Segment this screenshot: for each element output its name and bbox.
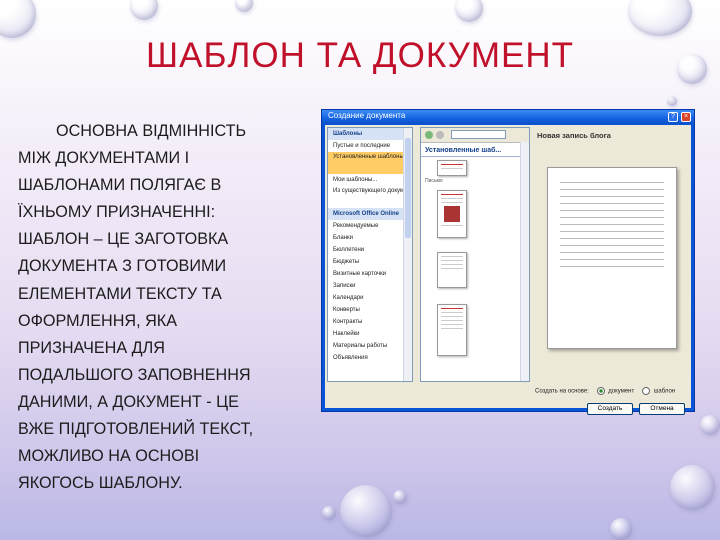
template-category-item[interactable]: Установленные шаблоны: [328, 152, 412, 174]
dialog-client-area: Шаблоны Пустые и последние Установленные ш…: [325, 125, 691, 415]
water-drop-decoration: [0, 0, 36, 38]
body-line: ШАБЛОНАМИ ПОЛЯГАЄ В: [18, 176, 222, 195]
template-preview: [547, 167, 677, 349]
body-line: ШАБЛОН – ЦЕ ЗАГОТОВКА: [18, 230, 229, 249]
water-drop-decoration: [322, 506, 336, 520]
back-icon[interactable]: [425, 131, 433, 139]
template-thumbnail[interactable]: [437, 252, 467, 288]
template-category-item[interactable]: Пустые и последние: [328, 140, 412, 152]
scrollbar[interactable]: [520, 142, 529, 381]
water-drop-decoration: [670, 465, 715, 510]
template-category-item[interactable]: Контракты: [328, 316, 412, 328]
forward-icon[interactable]: [436, 131, 444, 139]
body-line: ПРИЗНАЧЕНА ДЛЯ: [18, 338, 165, 357]
body-line: ЕЛЕМЕНТАМИ ТЕКСТУ ТА: [18, 284, 222, 303]
slide-title: ШАБЛОН ТА ДОКУМЕНТ: [146, 36, 574, 75]
water-drop-decoration: [610, 518, 632, 540]
category-group-heading: Шаблоны: [328, 128, 412, 140]
body-line: ДОКУМЕНТА З ГОТОВИМИ: [18, 257, 227, 276]
water-drop-decoration: [700, 415, 720, 435]
template-category-item[interactable]: Наклейки: [328, 328, 412, 340]
template-search-input[interactable]: [451, 130, 506, 139]
body-line: ОСНОВНА ВІДМІННІСТЬ: [56, 122, 247, 140]
template-category-list[interactable]: Шаблоны Пустые и последние Установленные ш…: [327, 127, 413, 382]
cancel-button[interactable]: Отмена: [639, 403, 685, 415]
thumbnail-pane-heading: Установленные шаб...: [421, 143, 529, 157]
body-line: ЯКОГОСЬ ШАБЛОНУ.: [18, 474, 183, 493]
close-icon[interactable]: ×: [681, 112, 691, 122]
body-line: ЇХНЬОМУ ПРИЗНАЧЕННІ:: [18, 203, 216, 222]
preview-title: Новая запись блога: [537, 131, 611, 140]
template-category-item[interactable]: Конверты: [328, 304, 412, 316]
template-category-item[interactable]: Бюллетени: [328, 244, 412, 256]
document-radio[interactable]: [596, 387, 605, 395]
template-thumbnail-pane: Установленные шаб... Письмо: [420, 127, 530, 382]
template-radio-label: шаблон: [653, 388, 676, 395]
thumbnail-toolbar: [421, 128, 529, 143]
template-category-item[interactable]: Материалы работы: [328, 340, 412, 352]
water-drop-decoration: [130, 0, 158, 20]
document-radio-label: документ: [608, 388, 635, 395]
template-thumbnail[interactable]: [437, 190, 467, 238]
water-drop-decoration: [667, 96, 677, 106]
template-caption: Письмо: [425, 178, 443, 184]
body-line: ДАНИМИ, А ДОКУМЕНТ - ЦЕ: [18, 392, 239, 411]
water-drop-decoration: [235, 0, 253, 12]
template-category-item[interactable]: Визитные карточки: [328, 268, 412, 280]
new-document-dialog-screenshot: Создание документа ? × Шаблоны Пустые и п…: [321, 109, 695, 415]
template-category-item[interactable]: Записки: [328, 280, 412, 292]
water-drop-decoration: [455, 0, 483, 22]
water-drop-decoration: [628, 0, 692, 36]
template-radio[interactable]: [641, 387, 650, 395]
water-drop-decoration: [393, 490, 407, 504]
water-drop-decoration: [340, 485, 392, 537]
template-category-item[interactable]: Календари: [328, 292, 412, 304]
template-thumbnail[interactable]: [437, 160, 467, 176]
create-from-row: Создать на основе: документ шаблон: [535, 387, 689, 399]
help-icon[interactable]: ?: [668, 112, 678, 122]
template-category-item[interactable]: Объявления: [328, 352, 412, 364]
template-thumbnail[interactable]: [437, 304, 467, 356]
body-line: ОФОРМЛЕННЯ, ЯКА: [18, 311, 177, 330]
template-category-item[interactable]: Бюджеты: [328, 256, 412, 268]
template-preview-pane: Новая запись блога: [535, 127, 689, 382]
scrollbar[interactable]: [403, 128, 412, 381]
body-line: ВЖЕ ПІДГОТОВЛЕНИЙ ТЕКСТ,: [18, 420, 254, 439]
dialog-title: Создание документа: [328, 111, 406, 120]
template-category-item[interactable]: Мои шаблоны...: [328, 174, 412, 186]
body-line: МІЖ ДОКУМЕНТАМИ І: [18, 149, 190, 168]
create-from-label: Создать на основе:: [535, 388, 589, 395]
body-line: МОЖЛИВО НА ОСНОВІ: [18, 447, 200, 466]
dialog-titlebar: Создание документа ? ×: [322, 110, 694, 124]
template-category-item[interactable]: Бланки: [328, 232, 412, 244]
body-line: ПОДАЛЬШОГО ЗАПОВНЕННЯ: [18, 365, 251, 384]
slide-body-text: ОСНОВНА ВІДМІННІСТЬ МІЖ ДОКУМЕНТАМИ І ША…: [18, 118, 313, 497]
template-category-item[interactable]: Рекомендуемые: [328, 220, 412, 232]
category-group-heading: Microsoft Office Online: [328, 208, 412, 220]
template-category-item[interactable]: Из существующего документа...: [328, 186, 412, 208]
create-button[interactable]: Создать: [587, 403, 633, 415]
